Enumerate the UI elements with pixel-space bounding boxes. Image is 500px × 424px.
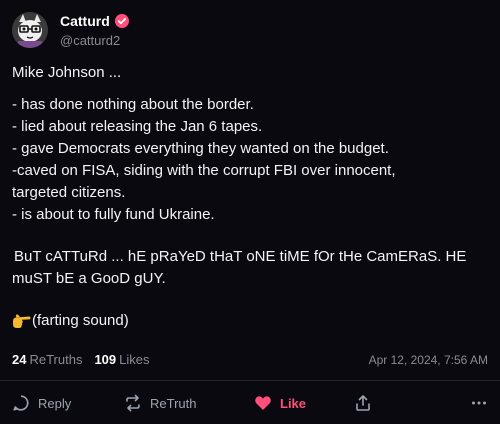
retruths-count[interactable]: 24 bbox=[12, 352, 26, 367]
post-line-item5: - is about to fully fund Ukraine. bbox=[12, 206, 215, 223]
post-line-shout2: muST bE a GooD gUY. bbox=[12, 270, 166, 287]
post-line-item4a: -caved on FISA, siding with the corrupt … bbox=[12, 162, 396, 179]
retruth-icon bbox=[126, 394, 140, 412]
likes-label[interactable]: Likes bbox=[119, 352, 149, 367]
post-stats: 24 ReTruths 109 Likes Apr 12, 2024, 7:56… bbox=[12, 352, 488, 367]
avatar[interactable] bbox=[12, 12, 48, 48]
post-line-intro: Mike Johnson ... bbox=[12, 64, 122, 81]
share-icon bbox=[356, 395, 370, 411]
heart-icon bbox=[255, 396, 271, 410]
verified-badge-icon bbox=[114, 13, 129, 28]
avatar-cat-icon bbox=[12, 12, 48, 48]
pointing-hand-icon bbox=[13, 314, 31, 328]
author-handle[interactable]: @catturd2 bbox=[60, 34, 129, 47]
post-body: Mike Johnson ... - has done nothing abou… bbox=[12, 62, 488, 332]
post-line-item1: - has done nothing about the border. bbox=[12, 96, 254, 113]
post-line-item2: - lied about releasing the Jan 6 tapes. bbox=[12, 118, 263, 135]
author-name-row: Catturd bbox=[60, 13, 129, 28]
divider bbox=[0, 380, 500, 381]
like-label: Like bbox=[280, 395, 307, 411]
action-bar: Reply ReTruth Like bbox=[12, 394, 488, 412]
post-line-item3: - gave Democrats everything they wanted … bbox=[12, 140, 389, 157]
reply-label: Reply bbox=[38, 395, 72, 411]
truth-post: Catturd @catturd2 Mike Johnson ... - has… bbox=[0, 0, 500, 424]
retruth-button[interactable]: ReTruth bbox=[124, 394, 254, 412]
post-line-item4b: targeted citizens. bbox=[12, 184, 126, 201]
author-display-name[interactable]: Catturd bbox=[60, 14, 110, 28]
likes-count[interactable]: 109 bbox=[94, 352, 116, 367]
post-line-shout1: BuT cATTuRd ... hE pRaYeD tHaT oNE tiME … bbox=[14, 248, 467, 265]
retruths-label[interactable]: ReTruths bbox=[29, 352, 82, 367]
post-line-closing-row: (farting sound) bbox=[12, 310, 488, 332]
post-timestamp[interactable]: Apr 12, 2024, 7:56 AM bbox=[369, 353, 488, 367]
more-options-button[interactable] bbox=[470, 394, 488, 412]
author-info: Catturd @catturd2 bbox=[60, 13, 129, 47]
post-header: Catturd @catturd2 bbox=[12, 12, 129, 48]
retruth-label: ReTruth bbox=[150, 395, 197, 411]
more-icon bbox=[472, 401, 486, 405]
post-line-closing: (farting sound) bbox=[32, 312, 129, 329]
share-button[interactable] bbox=[354, 394, 422, 412]
reply-button[interactable]: Reply bbox=[12, 394, 124, 412]
reply-icon bbox=[13, 395, 29, 411]
like-button[interactable]: Like bbox=[254, 394, 354, 412]
